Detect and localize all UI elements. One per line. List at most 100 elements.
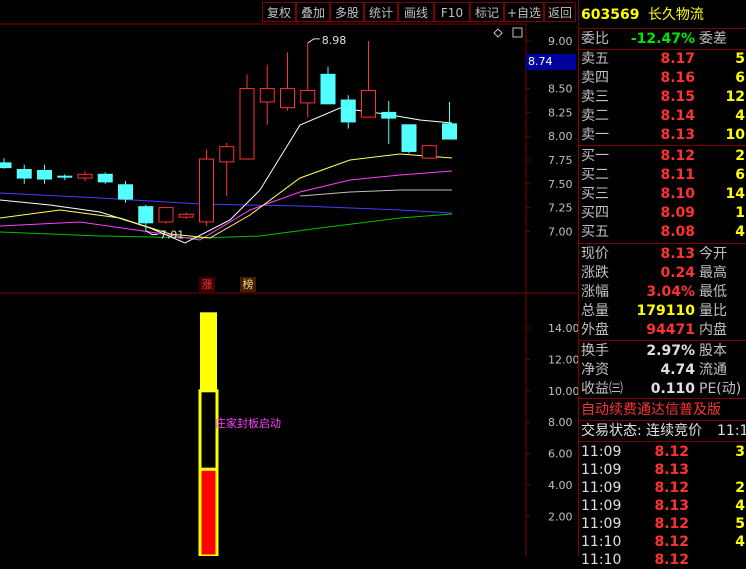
stat-label: 净资 (581, 362, 609, 378)
divider (579, 420, 746, 421)
order-volume: 14 (725, 186, 745, 202)
trade-status: 交易状态: 连续竞价 11:1 (581, 422, 746, 440)
weibi-value: -12.47% (630, 31, 695, 47)
toolbar-diejia-button[interactable]: 叠加 (296, 2, 330, 22)
candle-body (442, 123, 457, 140)
indicator-red-bar (200, 469, 217, 556)
tick-time: 11:09 (581, 462, 622, 478)
tick-price: 8.12 (654, 534, 689, 550)
order-label: 卖五 (581, 51, 609, 67)
kline-chart-area[interactable]: 9.008.758.508.258.007.757.507.257.008.98… (0, 0, 578, 556)
stat-value: 0.110 (650, 381, 695, 397)
kline-chart-svg[interactable]: 9.008.758.508.258.007.757.507.257.008.98… (0, 0, 578, 556)
toolbar-duogu-button[interactable]: 多股 (330, 2, 364, 22)
candle-body (0, 162, 12, 169)
ind-y-label: 14.00 (548, 322, 578, 335)
order-volume: 6 (735, 70, 745, 86)
tick-row: 11:09 8.12 5 (581, 515, 745, 533)
candle-body (280, 88, 295, 109)
order-price: 8.15 (660, 89, 695, 105)
candle-body (361, 90, 376, 118)
toolbar-fuquan-button[interactable]: 复权 (262, 2, 296, 22)
ind-y-label: 2.00 (548, 510, 573, 523)
stat-label-2: 最低 (699, 284, 727, 300)
y-tick-label: 8.25 (548, 106, 573, 119)
sell-row: 卖四 8.16 6 (581, 69, 745, 87)
window-icon (512, 27, 523, 38)
tick-time: 11:10 (581, 552, 622, 568)
tick-price: 8.12 (654, 480, 689, 496)
stat-row: 换手 2.97% 股本 (581, 342, 745, 360)
ma-grey-line (299, 189, 452, 197)
stat-label: 收益㈢ (581, 381, 623, 397)
tick-row: 11:10 8.12 4 (581, 533, 745, 551)
toolbar-biaoji-button[interactable]: 标记 (470, 2, 504, 22)
tick-price: 8.13 (654, 498, 689, 514)
stat-row: 收益㈢ 0.110 PE(动) (581, 380, 745, 398)
candle-body (401, 124, 417, 152)
order-volume: 12 (725, 89, 745, 105)
ind-y-label: 8.00 (548, 416, 573, 429)
y-tick-label: 9.00 (548, 35, 573, 48)
order-label: 卖四 (581, 70, 609, 86)
tick-volume: 3 (735, 444, 745, 460)
order-label: 买一 (581, 148, 609, 164)
divider (579, 340, 746, 341)
order-price: 8.12 (660, 148, 695, 164)
ind-y-label: 4.00 (548, 479, 573, 492)
order-price: 8.10 (660, 186, 695, 202)
order-label: 买三 (581, 186, 609, 202)
order-volume: 4 (735, 108, 745, 124)
signal-label: 庄家封板启动 (215, 417, 281, 430)
tick-time: 11:09 (581, 498, 622, 514)
stat-label-2: PE(动) (699, 381, 742, 397)
trade-status-text: 交易状态: 连续竞价 (581, 423, 703, 439)
stock-code: 603569 (581, 7, 640, 23)
tick-row: 11:09 8.13 (581, 461, 745, 479)
zhang-tag: 涨 (199, 277, 215, 292)
order-volume: 10 (725, 127, 745, 143)
stat-value: 3.04% (646, 284, 695, 300)
tick-time: 11:09 (581, 516, 622, 532)
y-tick-label: 8.00 (548, 130, 573, 143)
toolbar-tongji-button[interactable]: 统计 (364, 2, 398, 22)
order-label: 卖一 (581, 127, 609, 143)
y-tick-label: 8.50 (548, 83, 573, 96)
ind-y-label: 10.00 (548, 385, 578, 398)
diamond-icon (493, 28, 503, 38)
candle-body (381, 111, 397, 119)
toolbar-huaxian-button[interactable]: 画线 (398, 2, 434, 22)
high-marker (307, 38, 320, 44)
stat-row: 总量 179110 量比 (581, 302, 745, 320)
quote-panel: 603569 长久物流 委比 -12.47% 委差 自动续费通达信普及版 交易状… (578, 0, 746, 568)
order-price: 8.11 (660, 167, 695, 183)
stat-value: 94471 (646, 322, 695, 338)
tick-row: 11:09 8.13 4 (581, 497, 745, 515)
stat-label: 换手 (581, 343, 609, 359)
toolbar-zixuan-button[interactable]: +自选 (504, 2, 544, 22)
toolbar-back-button[interactable]: 返回 (544, 2, 576, 22)
candle-body (199, 158, 214, 223)
divider (579, 145, 746, 146)
sell-row: 卖一 8.13 10 (581, 126, 745, 144)
stat-label-2: 股本 (699, 343, 727, 359)
tick-volume: 4 (735, 534, 745, 550)
candle-body (300, 90, 316, 104)
tick-price: 8.12 (654, 516, 689, 532)
candle-body (320, 73, 336, 105)
indicator-yellow-bar (200, 312, 217, 391)
tick-price: 8.12 (654, 552, 689, 568)
order-price: 8.14 (660, 108, 695, 124)
stat-label-2: 内盘 (699, 322, 727, 338)
toolbar-f10-button[interactable]: F10 (434, 2, 470, 22)
stat-value: 0.24 (660, 265, 695, 281)
stat-row: 外盘 94471 内盘 (581, 321, 745, 339)
ma-blue-line (0, 192, 453, 214)
tick-price: 8.13 (654, 462, 689, 478)
stat-row: 净资 4.74 流通 (581, 361, 745, 379)
stat-row: 涨幅 3.04% 最低 (581, 283, 745, 301)
y-tick-label: 7.25 (548, 202, 573, 215)
tick-row: 11:09 8.12 2 (581, 479, 745, 497)
candle-body (259, 88, 275, 103)
banner-ad[interactable]: 自动续费通达信普及版 (581, 401, 745, 419)
